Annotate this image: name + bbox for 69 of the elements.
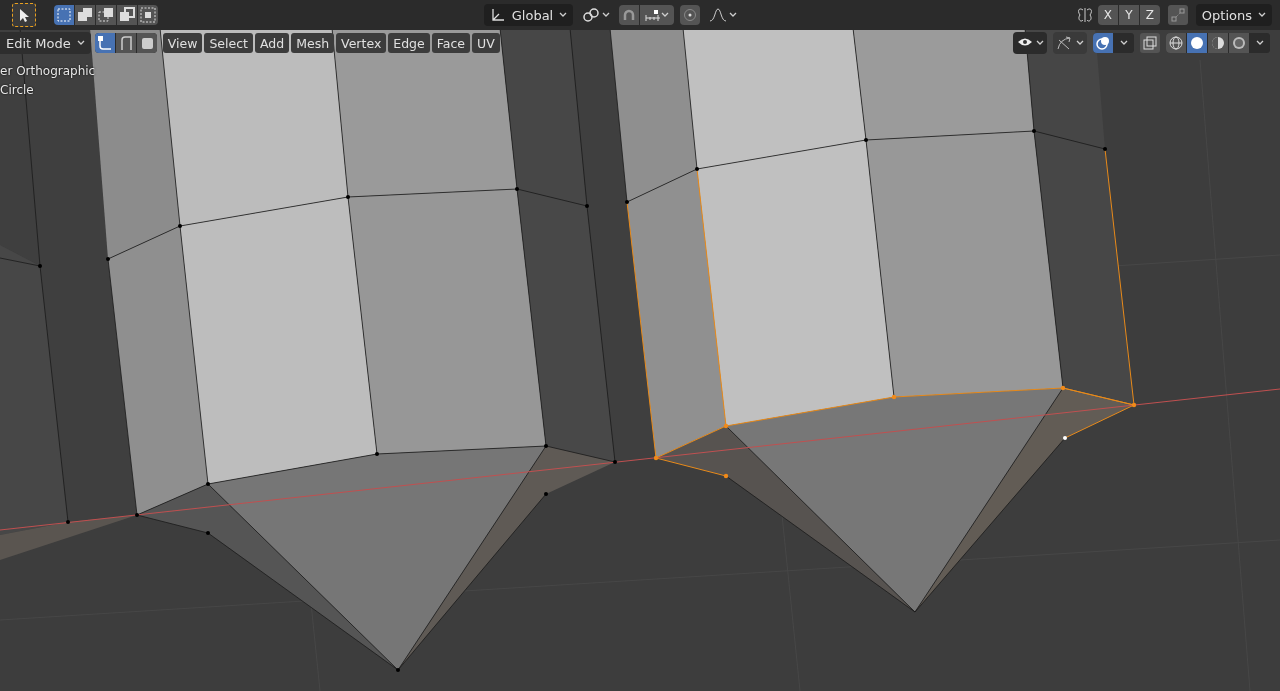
- orientation-dropdown[interactable]: Global: [483, 4, 574, 26]
- select-mode-icon: [139, 6, 157, 24]
- shading-mode-button[interactable]: [1229, 33, 1249, 53]
- options-dropdown[interactable]: Options: [1195, 4, 1272, 26]
- select-mode-icon: [76, 6, 94, 24]
- menu-button[interactable]: Vertex: [336, 33, 387, 53]
- axis-toggle[interactable]: Y: [1118, 5, 1139, 25]
- shading-mode-button[interactable]: [1166, 33, 1186, 53]
- axis-toggle[interactable]: Z: [1139, 5, 1160, 25]
- viewport-info-text: er Orthographic: [0, 64, 96, 78]
- caret-icon: [1256, 40, 1264, 46]
- menu-button[interactable]: Add: [254, 33, 290, 53]
- select-mode-button[interactable]: [54, 5, 74, 25]
- menu-button[interactable]: Face: [431, 33, 470, 53]
- select-element-button[interactable]: [94, 33, 115, 53]
- select-mode-button[interactable]: [117, 5, 137, 25]
- snap-target-dropdown[interactable]: [640, 5, 675, 25]
- mode-dropdown[interactable]: Edit Mode: [0, 32, 91, 54]
- select-mode-button[interactable]: [75, 5, 95, 25]
- select-element-button[interactable]: [115, 33, 136, 53]
- menu-button[interactable]: View: [162, 33, 203, 53]
- caret-icon: [1120, 40, 1128, 46]
- caret-icon: [1036, 40, 1044, 46]
- xray-icon: [1142, 35, 1158, 51]
- snap-increment-icon: [645, 8, 662, 22]
- select-mode-icon: [97, 6, 115, 24]
- proportional-editing-toggle[interactable]: [680, 5, 701, 25]
- caret-icon: [559, 12, 568, 18]
- mesh-element-icon: [95, 34, 114, 52]
- dots-icon: [1170, 8, 1185, 22]
- caret-icon: [729, 12, 738, 18]
- sphere-icon: [1209, 34, 1227, 52]
- mirror-icon[interactable]: [1075, 6, 1094, 24]
- select-mode-icon: [118, 6, 136, 24]
- 3d-viewport[interactable]: Edit Mode View Select Add Mesh Vertex Edge Face UV er Orthographic Circle: [0, 30, 1280, 691]
- link-icon: [582, 7, 601, 23]
- menu-button[interactable]: Edge: [388, 33, 430, 53]
- overlays-icon: [1095, 35, 1111, 51]
- sphere-icon: [1188, 34, 1206, 52]
- select-mode-button[interactable]: [96, 5, 116, 25]
- select-element-button[interactable]: [136, 33, 157, 53]
- axes-icon: [489, 7, 506, 23]
- menu-button[interactable]: Mesh: [291, 33, 335, 53]
- shading-mode-button[interactable]: [1187, 33, 1207, 53]
- snap-toggle[interactable]: [619, 5, 640, 25]
- sphere-icon: [1167, 34, 1185, 52]
- caret-icon: [1076, 40, 1084, 46]
- caret-icon: [1258, 12, 1266, 18]
- axis-toggle[interactable]: X: [1097, 5, 1118, 25]
- select-mode-button[interactable]: [138, 5, 158, 25]
- caret-icon: [76, 40, 85, 46]
- shading-mode-button[interactable]: [1208, 33, 1228, 53]
- caret-icon: [661, 12, 670, 18]
- gizmo-dropdown[interactable]: [1053, 32, 1087, 54]
- cursor-icon: [18, 8, 30, 22]
- select-mode-icon: [55, 6, 73, 24]
- sphere-icon: [1230, 34, 1248, 52]
- menu-button[interactable]: Select: [204, 33, 253, 53]
- proportional-icon: [683, 8, 698, 22]
- menu-button[interactable]: UV: [472, 33, 500, 53]
- select-tool-button[interactable]: [12, 3, 36, 27]
- xray-toggle[interactable]: [1140, 33, 1160, 53]
- viewport-info-text: Circle: [0, 83, 35, 97]
- caret-icon: [602, 12, 611, 18]
- falloff-curve-icon: [709, 8, 728, 22]
- gizmo-icon: [1056, 35, 1074, 51]
- snap-points-button[interactable]: [1167, 5, 1188, 25]
- overlays-toggle[interactable]: [1093, 33, 1113, 53]
- visibility-dropdown[interactable]: [1013, 32, 1047, 54]
